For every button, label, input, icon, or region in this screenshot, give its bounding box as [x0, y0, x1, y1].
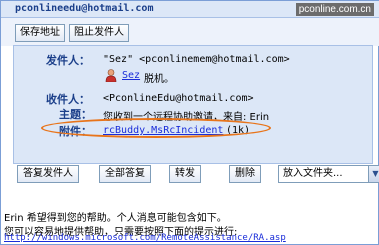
contact-status: 脱机。 — [144, 74, 174, 85]
from-value: "Sez" <pconlinemem@hotmail.com> — [103, 54, 290, 65]
save-address-button[interactable]: 保存地址 — [15, 24, 65, 42]
subject-label: 主题： — [59, 108, 92, 121]
block-sender-button[interactable]: 阻止发件人 — [69, 24, 129, 42]
attachment-size: (1k) — [226, 125, 251, 136]
title-bar: pconlineedu@hotmail.com pconline.com.cn — [1, 1, 379, 18]
person-icon — [105, 69, 117, 82]
attachment-link[interactable]: rcBuddy.MsRcIncident — [103, 125, 223, 136]
reply-sender-button[interactable]: 答复发件人 — [17, 165, 79, 183]
from-label: 发件人： — [46, 54, 90, 67]
to-label: 收件人： — [46, 93, 90, 106]
forward-button[interactable]: 转发 — [169, 165, 201, 183]
subject-value: 您收到一个远程协助邀请，来自: Erin — [103, 112, 270, 123]
to-value: <PconlineEdu@hotmail.com> — [103, 93, 254, 104]
delete-button[interactable]: 删除 — [229, 165, 261, 183]
move-to-folder-select[interactable]: 放入文件夹... ▼ — [278, 165, 379, 183]
reply-toolbar: 答复发件人 全部答复 转发 删除 放入文件夹... ▼ — [13, 164, 379, 186]
message-header-panel: 发件人： "Sez" <pconlinemem@hotmail.com> Sez… — [13, 45, 373, 164]
top-actions-bar: 保存地址 阻止发件人 — [1, 18, 379, 46]
remote-assistance-link[interactable]: http://windows.microsoft.com/RemoteAssis… — [4, 233, 286, 243]
watermark: pconline.com.cn — [295, 3, 374, 16]
chevron-down-icon[interactable]: ▼ — [368, 166, 379, 182]
window-title: pconlineedu@hotmail.com — [15, 3, 154, 14]
reply-all-button[interactable]: 全部答复 — [99, 165, 151, 183]
move-to-folder-label: 放入文件夹... — [283, 168, 343, 179]
attachment-label: 附件： — [59, 125, 92, 138]
message-line-1: Erin 希望得到您的帮助。个人消息可能包含如下。 — [4, 213, 227, 224]
email-window: pconlineedu@hotmail.com pconline.com.cn … — [0, 0, 379, 245]
contact-name-link[interactable]: Sez — [122, 70, 140, 81]
